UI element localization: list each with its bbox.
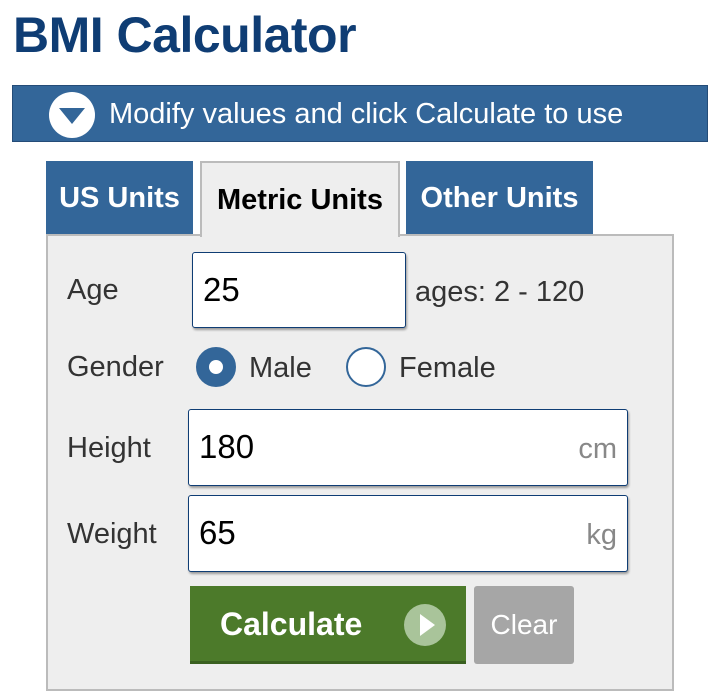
weight-label: Weight <box>67 518 157 550</box>
modify-values-banner[interactable]: Modify values and click Calculate to use <box>12 85 708 142</box>
gender-label: Gender <box>67 351 164 383</box>
age-value: 25 <box>203 271 240 308</box>
chevron-down-circle-icon[interactable] <box>49 92 95 138</box>
weight-input[interactable]: 65 kg <box>188 495 628 572</box>
calculate-button[interactable]: Calculate <box>190 586 466 664</box>
height-value: 180 <box>199 428 255 465</box>
height-unit: cm <box>578 433 617 465</box>
tab-metric-units[interactable]: Metric Units <box>200 161 400 237</box>
tab-other-units[interactable]: Other Units <box>406 161 593 235</box>
age-input[interactable]: 25 <box>192 252 406 328</box>
tab-us-units[interactable]: US Units <box>46 161 193 235</box>
clear-label: Clear <box>490 609 558 640</box>
gender-female-radio[interactable] <box>346 347 386 387</box>
age-hint: ages: 2 - 120 <box>415 276 585 308</box>
gender-male-label[interactable]: Male <box>249 352 312 385</box>
calculate-label: Calculate <box>220 606 363 642</box>
height-label: Height <box>67 432 151 464</box>
play-circle-icon <box>404 604 446 646</box>
height-input[interactable]: 180 cm <box>188 409 628 486</box>
weight-value: 65 <box>199 514 236 551</box>
gender-male-radio[interactable] <box>196 347 236 387</box>
page-title: BMI Calculator <box>13 7 357 63</box>
clear-button[interactable]: Clear <box>474 586 574 664</box>
gender-female-label[interactable]: Female <box>399 352 496 385</box>
age-label: Age <box>67 274 119 306</box>
banner-text: Modify values and click Calculate to use <box>109 98 624 130</box>
weight-unit: kg <box>586 519 617 551</box>
